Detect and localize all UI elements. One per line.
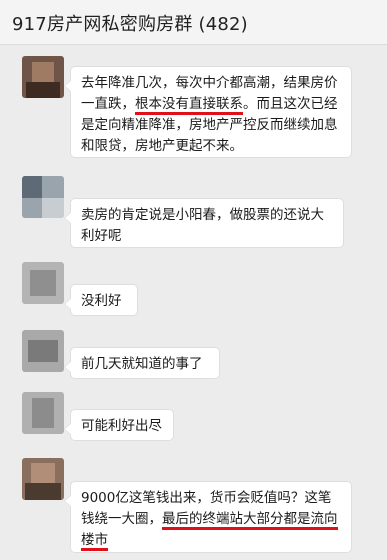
- message-bubble[interactable]: 去年降准几次，每次中介都高潮，结果房价一直跌，根本没有直接联系。而且这次已经是定…: [64, 66, 352, 158]
- message-bubble[interactable]: 没利好: [64, 284, 138, 316]
- avatar[interactable]: [22, 330, 64, 372]
- message-text: 卖房的肯定说是小阳春，做股票的还说大利好呢: [81, 207, 324, 244]
- message-bubble[interactable]: 前几天就知道的事了: [64, 347, 220, 379]
- message-bubble[interactable]: 可能利好出尽: [64, 409, 174, 441]
- underlined-text: 根本没有直接联系: [135, 96, 243, 115]
- avatar[interactable]: [22, 176, 64, 218]
- message-text: 可能利好出尽: [81, 418, 162, 434]
- avatar[interactable]: [22, 392, 64, 434]
- message-text: 前几天就知道的事了: [81, 356, 203, 372]
- avatar[interactable]: [22, 56, 64, 98]
- chat-title[interactable]: 917房产网私密购房群 (482): [12, 10, 248, 36]
- avatar[interactable]: [22, 458, 64, 500]
- message-bubble[interactable]: 卖房的肯定说是小阳春，做股票的还说大利好呢: [64, 198, 344, 248]
- message-bubble[interactable]: 9000亿这笔钱出来，货币会贬值吗？这笔钱绕一大圈，最后的终端站大部分都是流向楼…: [64, 481, 352, 553]
- message-text: 没利好: [81, 293, 122, 309]
- chat-header: 917房产网私密购房群 (482): [0, 0, 387, 45]
- avatar[interactable]: [22, 262, 64, 304]
